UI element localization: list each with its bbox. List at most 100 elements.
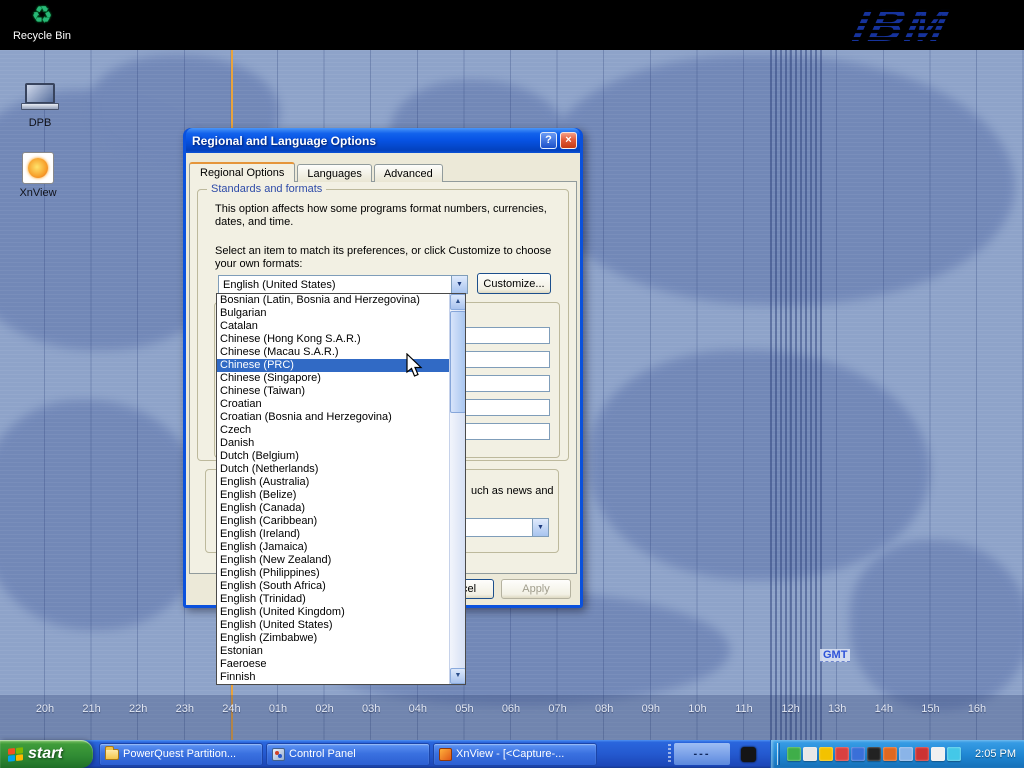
timezone-label: 03h [354,703,388,715]
timezone-label: 11h [727,703,761,715]
timezone-label: 13h [820,703,854,715]
desktop-icon-recycle-bin[interactable]: ♻ Recycle Bin [6,2,78,42]
start-button[interactable]: start [0,740,93,768]
combo-dropdown-button[interactable]: ▼ [451,276,467,293]
scroll-down-button[interactable]: ▼ [450,668,466,684]
timezone-hatch-band [770,50,822,740]
language-list-item[interactable]: English (United Kingdom) [217,606,449,619]
desktop-icon-label: XnView [2,187,74,199]
chevron-down-icon: ▼ [456,281,463,288]
standards-group-title: Standards and formats [207,183,326,195]
language-list-item[interactable]: English (Jamaica) [217,541,449,554]
timezone-label: 07h [541,703,575,715]
location-description-fragment: uch as news and [471,485,554,497]
taskbar-indicator [730,743,766,765]
language-list-item[interactable]: Dutch (Belgium) [217,450,449,463]
timezone-label: 08h [587,703,621,715]
language-list-item[interactable]: Croatian (Bosnia and Herzegovina) [217,411,449,424]
dialog-tab[interactable]: Languages [297,164,371,182]
language-list-item[interactable]: Croatian [217,398,449,411]
timezone-label: 23h [168,703,202,715]
chevron-up-icon: ▲ [455,298,462,305]
tray-icon[interactable] [915,747,929,761]
language-list-item[interactable]: Danish [217,437,449,450]
standards-description: This option affects how some programs fo… [215,203,563,229]
desktop: 20h21h22h23h24h01h02h03h04h05h06h07h08h0… [0,0,1024,768]
tray-icon[interactable] [867,747,881,761]
language-list-item[interactable]: English (Australia) [217,476,449,489]
dialog-titlebar[interactable]: Regional and Language Options ? × [186,128,580,153]
top-banner: ♻ Recycle Bin IBM [0,0,1024,50]
language-list-item[interactable]: English (Trinidad) [217,593,449,606]
apply-button[interactable]: Apply [501,579,571,599]
taskbar-deskband[interactable]: --- [674,743,730,765]
taskbar-indicator-icon[interactable] [741,747,756,762]
language-list-item[interactable]: English (Zimbabwe) [217,632,449,645]
timezone-label: 15h [913,703,947,715]
timezone-label: 16h [960,703,994,715]
language-list-item[interactable]: Czech [217,424,449,437]
close-button[interactable]: × [560,132,577,149]
language-list-item[interactable]: Finnish [217,671,449,684]
language-list-item[interactable]: Catalan [217,320,449,333]
customize-button[interactable]: Customize... [477,273,551,294]
timezone-scale: 20h21h22h23h24h01h02h03h04h05h06h07h08h0… [0,703,1024,719]
language-list-item[interactable]: Faeroese [217,658,449,671]
chevron-down-icon: ▼ [537,524,544,531]
tray-icon[interactable] [851,747,865,761]
dialog-tab[interactable]: Advanced [374,164,443,182]
tray-icon[interactable] [883,747,897,761]
timezone-label: 22h [121,703,155,715]
task-button-label: Control Panel [289,748,356,760]
language-list-item[interactable]: English (Caribbean) [217,515,449,528]
task-button[interactable]: PowerQuest Partition... [99,743,263,766]
language-list-item[interactable]: English (Canada) [217,502,449,515]
tray-icon[interactable] [787,747,801,761]
combo-dropdown-button[interactable]: ▼ [532,519,548,536]
language-list-item[interactable]: Estonian [217,645,449,658]
tray-icon[interactable] [819,747,833,761]
language-list-item[interactable]: Bulgarian [217,307,449,320]
laptop-icon [4,80,76,114]
language-list-item[interactable]: Chinese (Hong Kong S.A.R.) [217,333,449,346]
tray-icon[interactable] [931,747,945,761]
taskbar: start PowerQuest Partition... Control Pa… [0,740,1024,768]
tray-icon[interactable] [803,747,817,761]
timezone-label: 21h [75,703,109,715]
format-combobox-value: English (United States) [219,279,451,291]
language-list-item[interactable]: Dutch (Netherlands) [217,463,449,476]
tray-icon[interactable] [947,747,961,761]
format-combobox[interactable]: English (United States) ▼ [218,275,468,294]
language-list-item[interactable]: English (South Africa) [217,580,449,593]
timezone-label: 10h [680,703,714,715]
language-list-item[interactable]: English (Philippines) [217,567,449,580]
tray-icon[interactable] [899,747,913,761]
language-list[interactable]: ▲ ▼ Bosnian (Latin, Bosnia and Herzegovi… [216,293,466,685]
scroll-up-button[interactable]: ▲ [450,294,466,310]
scroll-thumb[interactable] [450,311,466,413]
language-list-item[interactable]: English (Ireland) [217,528,449,541]
standards-instruction: Select an item to match its preferences,… [215,245,571,271]
dialog-tab[interactable]: Regional Options [189,162,295,182]
language-list-item[interactable]: English (United States) [217,619,449,632]
timezone-label: 24h [214,703,248,715]
task-button[interactable]: Control Panel [266,743,430,766]
taskbar-clock[interactable]: 2:05 PM [975,748,1016,760]
ibm-logo: IBM [848,0,955,52]
windows-logo-icon [8,747,23,762]
desktop-icon-dpb[interactable]: DPB [4,80,76,129]
language-list-item[interactable]: English (New Zealand) [217,554,449,567]
task-button[interactable]: XnView - [<Capture-... [433,743,597,766]
timezone-label: 06h [494,703,528,715]
help-button[interactable]: ? [540,132,557,149]
timezone-label: 12h [774,703,808,715]
desktop-icon-xnview[interactable]: XnView [2,152,74,199]
language-list-item[interactable]: Chinese (Taiwan) [217,385,449,398]
language-list-item[interactable]: Bosnian (Latin, Bosnia and Herzegovina) [217,294,449,307]
recycle-bin-label: Recycle Bin [6,30,78,42]
tray-icon[interactable] [835,747,849,761]
list-scrollbar[interactable]: ▲ ▼ [449,294,465,684]
language-list-item[interactable]: English (Belize) [217,489,449,502]
timezone-label: 05h [447,703,481,715]
gmt-label: GMT [820,649,850,662]
